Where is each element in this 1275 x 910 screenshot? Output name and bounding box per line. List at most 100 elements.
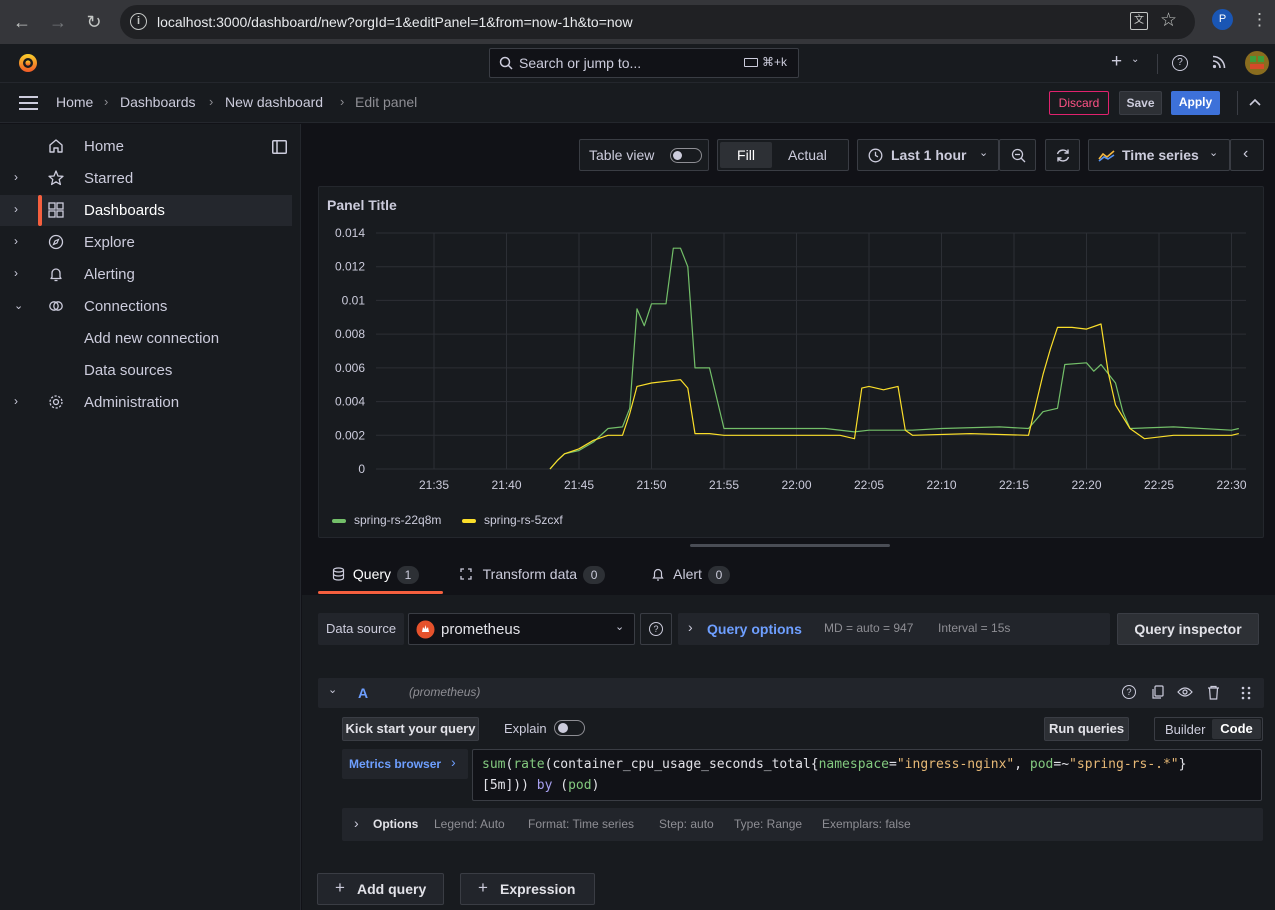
chevron-up-icon[interactable]: [1249, 98, 1261, 106]
chevron-right-icon[interactable]: ›: [14, 266, 18, 280]
compass-icon: [48, 234, 64, 250]
legend-item[interactable]: spring-rs-5zcxf: [462, 513, 563, 527]
chevron-down-icon[interactable]: ⌄: [328, 683, 337, 696]
copy-icon[interactable]: [1151, 685, 1165, 700]
site-info-icon[interactable]: i: [130, 13, 147, 30]
menu-toggle-icon[interactable]: [19, 96, 38, 110]
trash-icon[interactable]: [1207, 685, 1220, 700]
sidebar-item-home[interactable]: Home: [0, 131, 292, 162]
eye-icon[interactable]: [1177, 686, 1193, 698]
active-tab-indicator: [318, 591, 443, 594]
breadcrumb-new-dashboard[interactable]: New dashboard: [225, 94, 323, 110]
datasource-picker[interactable]: prometheus ⌄: [408, 613, 635, 645]
chevron-right-icon[interactable]: ›: [14, 202, 18, 216]
grafana-logo-icon[interactable]: [17, 52, 39, 74]
legend-item[interactable]: spring-rs-22q8m: [332, 513, 441, 527]
x-tick-label: 21:50: [636, 478, 666, 492]
breadcrumb-edit-panel: Edit panel: [355, 94, 418, 110]
option-exemplars: Exemplars: false: [822, 817, 911, 831]
visualization-picker[interactable]: Time series ⌄: [1088, 139, 1230, 171]
query-inspector-button[interactable]: Query inspector: [1117, 613, 1259, 645]
explain-switch[interactable]: [554, 720, 585, 736]
apply-button[interactable]: Apply: [1171, 91, 1220, 115]
news-feed-icon[interactable]: [1212, 55, 1226, 69]
process-icon: [460, 568, 472, 580]
help-icon[interactable]: ?: [1172, 55, 1188, 71]
option-step: Step: auto: [659, 817, 714, 831]
sidebar-item-label: Add new connection: [84, 330, 220, 347]
address-bar[interactable]: i localhost:3000/dashboard/new?orgId=1&e…: [120, 5, 1195, 39]
table-view-switch[interactable]: [670, 148, 702, 163]
drag-handle-icon[interactable]: [1241, 686, 1251, 700]
legend-label: spring-rs-5zcxf: [484, 513, 563, 527]
translate-icon[interactable]: 文: [1130, 12, 1148, 30]
chevron-right-icon[interactable]: ›: [14, 234, 18, 248]
query-options-row[interactable]: › Query options MD = auto = 947 Interval…: [678, 613, 1110, 645]
tab-transform-data[interactable]: Transform data 0: [459, 566, 606, 596]
chevron-down-icon[interactable]: ⌄: [14, 299, 23, 312]
connections-icon: [49, 301, 63, 311]
builder-mode-option[interactable]: Builder: [1165, 722, 1205, 737]
add-query-button[interactable]: + Add query: [317, 873, 444, 905]
sidebar-item-starred[interactable]: › Starred: [0, 163, 292, 194]
sidebar-item-dashboards[interactable]: › Dashboards: [0, 195, 292, 226]
browser-menu-icon[interactable]: ⋮: [1251, 10, 1268, 30]
sidebar-item-administration[interactable]: › Administration: [0, 387, 292, 418]
zoom-out-button[interactable]: [999, 139, 1036, 171]
user-avatar[interactable]: [1245, 51, 1269, 75]
chevron-right-icon[interactable]: ›: [14, 170, 18, 184]
collapse-options-button[interactable]: ‹: [1230, 139, 1264, 171]
sidebar-item-explore[interactable]: › Explore: [0, 227, 292, 258]
options-title: Options: [373, 817, 419, 831]
browser-toolbar: ← → ↻ i localhost:3000/dashboard/new?org…: [0, 0, 1275, 44]
tab-transform-count: 0: [583, 566, 606, 584]
promql-query-editor[interactable]: sum(rate(container_cpu_usage_seconds_tot…: [472, 749, 1262, 801]
query-row-header[interactable]: ⌄ A (prometheus) ?: [318, 678, 1264, 708]
actual-option[interactable]: Actual: [788, 140, 827, 170]
discard-button[interactable]: Discard: [1049, 91, 1109, 115]
breadcrumb-dashboards[interactable]: Dashboards: [120, 94, 196, 110]
forward-icon[interactable]: →: [44, 8, 72, 36]
prometheus-logo-icon: [416, 620, 435, 639]
metrics-browser-button[interactable]: Metrics browser ›: [342, 749, 468, 779]
tab-alert[interactable]: Alert 0: [652, 566, 730, 596]
profile-avatar[interactable]: P: [1212, 9, 1233, 30]
sidebar-item-alerting[interactable]: › Alerting: [0, 259, 292, 290]
add-new-icon[interactable]: +: [1111, 51, 1122, 73]
tab-transform-label: Transform data: [482, 566, 578, 582]
fill-option[interactable]: Fill: [720, 142, 772, 168]
bookmark-star-icon[interactable]: ☆: [1160, 9, 1177, 32]
cog-icon: [49, 395, 63, 409]
chevron-right-icon[interactable]: ›: [14, 394, 18, 408]
time-range-picker[interactable]: Last 1 hour ⌄: [857, 139, 999, 171]
breadcrumb-home[interactable]: Home: [56, 94, 93, 110]
refresh-button[interactable]: [1045, 139, 1080, 171]
code-mode-option[interactable]: Code: [1212, 719, 1261, 739]
breadcrumb-separator-icon: ›: [209, 94, 214, 109]
add-new-chevron-icon[interactable]: ⌄: [1131, 54, 1139, 65]
panel-resize-handle[interactable]: [690, 544, 890, 547]
sidebar-item-label: Home: [84, 138, 125, 155]
x-tick-label: 22:00: [781, 478, 811, 492]
datasource-help-button[interactable]: ?: [640, 613, 672, 645]
add-expression-button[interactable]: + Expression: [460, 873, 595, 905]
query-ref-id[interactable]: A: [358, 685, 368, 701]
reload-icon[interactable]: ↻: [80, 8, 108, 36]
search-box[interactable]: Search or jump to... ⌘+k: [489, 48, 799, 78]
query-options-summary[interactable]: › Options Legend: Auto Format: Time seri…: [342, 808, 1263, 841]
kick-start-query-button[interactable]: Kick start your query: [342, 717, 479, 741]
sidebar-item-add-new-connection[interactable]: Add new connection: [0, 323, 292, 354]
home-icon: [49, 139, 63, 153]
explain-label: Explain: [504, 721, 547, 736]
run-queries-button[interactable]: Run queries: [1044, 717, 1129, 741]
save-button[interactable]: Save: [1119, 91, 1162, 115]
panel-title: Panel Title: [327, 197, 397, 213]
sidebar-item-connections[interactable]: ⌄ Connections: [0, 291, 292, 322]
time-series-chart[interactable]: 0 0.002 0.004 0.006 0.008 0.01 0.012 0.014 21:35…: [319, 227, 1263, 507]
back-icon[interactable]: ←: [8, 8, 36, 36]
sidebar-item-data-sources[interactable]: Data sources: [0, 355, 292, 386]
search-shortcut-text: ⌘+k: [762, 55, 788, 69]
sidebar-item-label: Starred: [84, 170, 134, 187]
table-view-toggle[interactable]: Table view: [579, 139, 709, 171]
help-icon[interactable]: ?: [1122, 685, 1136, 699]
